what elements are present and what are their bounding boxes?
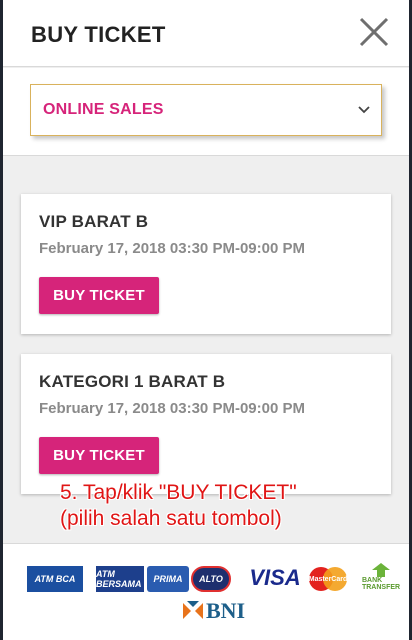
atm-bersama-logo: ATM BERSAMA [96,566,144,592]
chevron-down-icon [358,106,370,114]
bni-label: BNI [205,598,246,623]
ticket-name: KATEGORI 1 BARAT B [39,372,226,391]
close-button[interactable] [357,15,391,49]
close-icon [359,17,389,47]
sales-type-value: ONLINE SALES [43,101,164,118]
ticket-date: February 17, 2018 03:30 PM-09:00 PM [39,240,305,257]
annotation-line-2: (pilih salah satu tombol) [60,507,282,530]
bni-mark-icon [182,601,203,619]
instruction-annotation: 5. Tap/klik "BUY TICKET" (pilih salah sa… [60,480,360,532]
buy-ticket-button[interactable]: BUY TICKET [39,277,159,314]
bank-transfer-icon [372,563,390,577]
ticket-card: KATEGORI 1 BARAT B February 17, 2018 03:… [21,354,391,494]
annotation-line-1: 5. Tap/klik "BUY TICKET" [60,481,297,504]
mastercard-label: MasterCard [308,575,348,583]
sales-filter-section: ONLINE SALES [3,68,409,156]
ticket-date: February 17, 2018 03:30 PM-09:00 PM [39,400,305,417]
bni-logo: BNI [169,596,259,626]
bank-transfer-logo: BANK TRANSFER [361,558,401,596]
buy-ticket-button[interactable]: BUY TICKET [39,437,159,474]
payment-methods-footer: ATM BCA ATM BERSAMA PRIMA ALTO VISA Mast… [3,543,409,640]
atm-bca-logo: ATM BCA [27,566,83,592]
bank-transfer-label: BANK TRANSFER [361,577,401,591]
ticket-card: VIP BARAT B February 17, 2018 03:30 PM-0… [21,194,391,334]
prima-logo: PRIMA [147,566,189,592]
visa-logo: VISA [249,565,301,590]
alto-logo: ALTO [191,566,231,592]
ticket-name: VIP BARAT B [39,212,149,231]
modal-title: BUY TICKET [31,22,166,47]
modal-header: BUY TICKET [3,0,409,67]
mastercard-logo: MasterCard [307,566,349,592]
sales-type-select[interactable]: ONLINE SALES [30,84,382,136]
